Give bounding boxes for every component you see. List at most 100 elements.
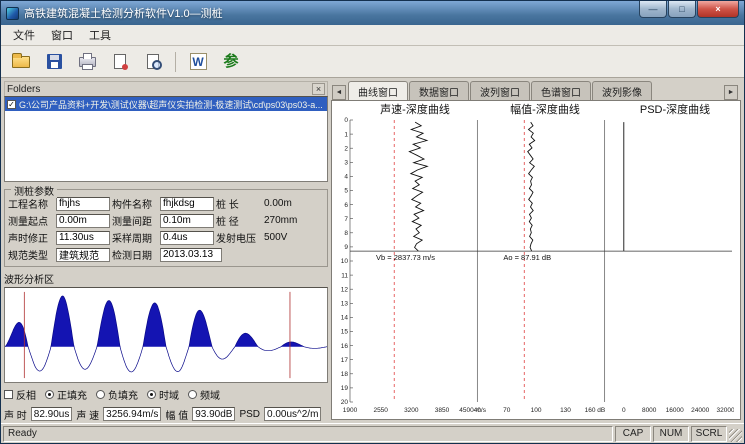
- svg-text:3850: 3850: [435, 407, 450, 414]
- param-field[interactable]: fhjkdsg: [160, 197, 214, 211]
- waveform-controls: 反相 正填充负填充时域频域: [4, 386, 328, 403]
- waveform-canvas[interactable]: [4, 287, 328, 383]
- print-setup-button[interactable]: [107, 49, 133, 74]
- svg-text:16000: 16000: [666, 407, 684, 414]
- param-label: 采样周期: [112, 230, 158, 245]
- print-preview-button[interactable]: [140, 49, 166, 74]
- tab-曲线窗口[interactable]: 曲线窗口: [348, 81, 408, 100]
- params-button[interactable]: 参: [218, 49, 244, 74]
- tab-波列影像[interactable]: 波列影像: [592, 81, 652, 100]
- reading-label: 声 速: [76, 407, 99, 422]
- svg-text:20: 20: [341, 399, 349, 406]
- tab-scroll-left-button[interactable]: ◄: [332, 85, 346, 100]
- radio-icon: [96, 390, 105, 399]
- param-field[interactable]: 0.10m: [160, 214, 214, 228]
- param-label: 规范类型: [8, 247, 54, 262]
- menu-item-3[interactable]: 工具: [81, 25, 119, 45]
- svg-text:7: 7: [344, 216, 348, 223]
- status-text: Ready: [3, 426, 613, 442]
- svg-text:2550: 2550: [373, 407, 388, 414]
- svg-text:40: 40: [474, 407, 482, 414]
- depth-curves-plot[interactable]: 0123456789101112131415161718192019002550…: [332, 116, 734, 418]
- tab-bar: ◄ 曲线窗口数据窗口波列窗口色谱窗口波列影像 ►: [331, 81, 741, 100]
- svg-text:1: 1: [344, 131, 348, 138]
- toolbar-separator: [175, 52, 176, 72]
- option-正填充[interactable]: 正填充: [45, 387, 87, 402]
- file-list[interactable]: ✓G:\公司产品资料+开发\测试仪器\超声仪实拍检测-极速测试\cd\ps03\…: [4, 96, 328, 182]
- status-flag-num: NUM: [653, 426, 689, 442]
- control-label: 正填充: [57, 387, 87, 402]
- param-field[interactable]: 2013.03.13: [160, 248, 222, 262]
- param-value: 0.00m: [264, 198, 312, 209]
- tab-scroll-right-button[interactable]: ►: [724, 85, 738, 100]
- reading-label: PSD: [239, 409, 260, 420]
- svg-text:Vb = 2837.73 m/s: Vb = 2837.73 m/s: [376, 253, 435, 262]
- tabs: 曲线窗口数据窗口波列窗口色谱窗口波列影像: [348, 81, 653, 100]
- waveform-svg: [5, 288, 327, 382]
- svg-text:100: 100: [531, 407, 542, 414]
- invert-checkbox[interactable]: 反相: [4, 387, 36, 402]
- param-field[interactable]: fhjhs: [56, 197, 110, 211]
- print-button[interactable]: [74, 49, 100, 74]
- resize-grip[interactable]: [729, 429, 742, 442]
- param-field[interactable]: 0.00m: [56, 214, 110, 228]
- minimize-button[interactable]: —: [639, 1, 667, 18]
- reading-value: 3256.94m/s: [103, 407, 161, 421]
- option-负填充[interactable]: 负填充: [96, 387, 138, 402]
- menu-item-1[interactable]: 文件: [5, 25, 43, 45]
- option-频域[interactable]: 频域: [188, 387, 220, 402]
- save-icon: [47, 54, 62, 69]
- param-label: 构件名称: [112, 196, 158, 211]
- window-title: 高铁建筑混凝土检测分析软件V1.0—测桩: [24, 5, 638, 21]
- pile-param-row: 声时修正11.30us采样周期0.4us发射电压500V: [8, 229, 324, 246]
- svg-text:11: 11: [341, 272, 348, 279]
- app-window: 高铁建筑混凝土检测分析软件V1.0—测桩 — □ × 文件窗口工具 W 参 Fo…: [0, 0, 745, 444]
- svg-text:19: 19: [341, 385, 349, 392]
- svg-text:12: 12: [341, 286, 349, 293]
- open-button[interactable]: [8, 49, 34, 74]
- chart-panel: ◄ 曲线窗口数据窗口波列窗口色谱窗口波列影像 ► 声速-深度曲线幅值-深度曲线P…: [331, 81, 741, 420]
- pile-param-row: 规范类型建筑规范检测日期2013.03.13: [8, 246, 324, 263]
- svg-text:24000: 24000: [691, 407, 709, 414]
- tab-波列窗口[interactable]: 波列窗口: [470, 81, 530, 100]
- svg-text:14: 14: [341, 315, 349, 322]
- param-value: 500V: [264, 232, 312, 243]
- param-field[interactable]: 建筑规范: [56, 248, 110, 262]
- tab-数据窗口[interactable]: 数据窗口: [409, 81, 469, 100]
- svg-text:1900: 1900: [343, 407, 358, 414]
- option-时域[interactable]: 时域: [147, 387, 179, 402]
- folders-header: Folders ×: [4, 81, 328, 96]
- menu-item-2[interactable]: 窗口: [43, 25, 81, 45]
- svg-text:8000: 8000: [642, 407, 657, 414]
- print-preview-icon: [147, 54, 159, 69]
- svg-text:18: 18: [341, 371, 349, 378]
- pile-params-rows: 工程名称fhjhs构件名称fhjkdsg桩 长0.00m测量起点0.00m测量间…: [8, 195, 324, 263]
- svg-text:70: 70: [503, 407, 511, 414]
- param-field[interactable]: 0.4us: [160, 231, 214, 245]
- folders-close-button[interactable]: ×: [312, 83, 325, 95]
- pile-params-title: 测桩参数: [11, 183, 57, 198]
- file-checkbox[interactable]: ✓: [7, 100, 16, 109]
- control-label: 反相: [16, 387, 36, 402]
- word-export-button[interactable]: W: [185, 49, 211, 74]
- svg-text:3: 3: [344, 160, 348, 167]
- param-value: 270mm: [264, 215, 312, 226]
- left-panel: Folders × ✓G:\公司产品资料+开发\测试仪器\超声仪实拍检测-极速测…: [4, 81, 328, 420]
- title-bar[interactable]: 高铁建筑混凝土检测分析软件V1.0—测桩 — □ ×: [1, 1, 744, 25]
- maximize-button[interactable]: □: [668, 1, 696, 18]
- close-button[interactable]: ×: [697, 1, 739, 18]
- tab-色谱窗口[interactable]: 色谱窗口: [531, 81, 591, 100]
- radio-icon: [147, 390, 156, 399]
- save-button[interactable]: [41, 49, 67, 74]
- waveform-area-label: 波形分析区: [4, 271, 328, 286]
- readings-row: 声 时82.90us声 速3256.94m/s幅 值93.90dBPSD0.00…: [4, 405, 328, 423]
- param-label: 桩 长: [216, 196, 262, 211]
- pile-params-group: 测桩参数 工程名称fhjhs构件名称fhjkdsg桩 长0.00m测量起点0.0…: [4, 189, 328, 267]
- folders-title: Folders: [7, 84, 40, 95]
- file-list-item[interactable]: ✓G:\公司产品资料+开发\测试仪器\超声仪实拍检测-极速测试\cd\ps03\…: [5, 97, 327, 111]
- svg-text:4: 4: [344, 174, 348, 181]
- param-field[interactable]: 11.30us: [56, 231, 110, 245]
- open-folder-icon: [12, 56, 30, 68]
- reading-value: 0.00us^2/m: [264, 407, 321, 421]
- svg-text:15: 15: [341, 329, 349, 336]
